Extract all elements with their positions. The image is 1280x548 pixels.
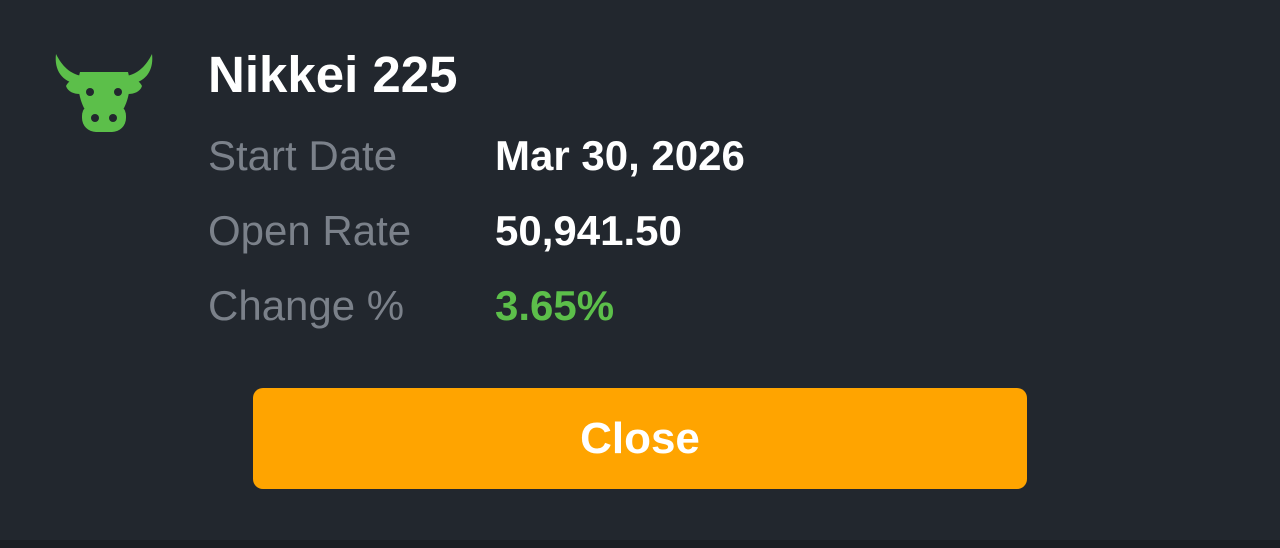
bull-icon [55,54,153,132]
start-date-value: Mar 30, 2026 [495,132,745,179]
open-rate-label: Open Rate [208,207,412,254]
open-rate-value: 50,941.50 [495,207,682,254]
change-percent-value: 3.65% [495,282,615,329]
change-percent-label: Change % [208,282,405,329]
close-button[interactable]: Close [253,388,1027,489]
dialog-title: Nikkei 225 [208,46,458,103]
start-date-label: Start Date [208,132,398,179]
index-details-dialog: Nikkei 225 Start Date Mar 30, 2026 Open … [0,0,1280,540]
